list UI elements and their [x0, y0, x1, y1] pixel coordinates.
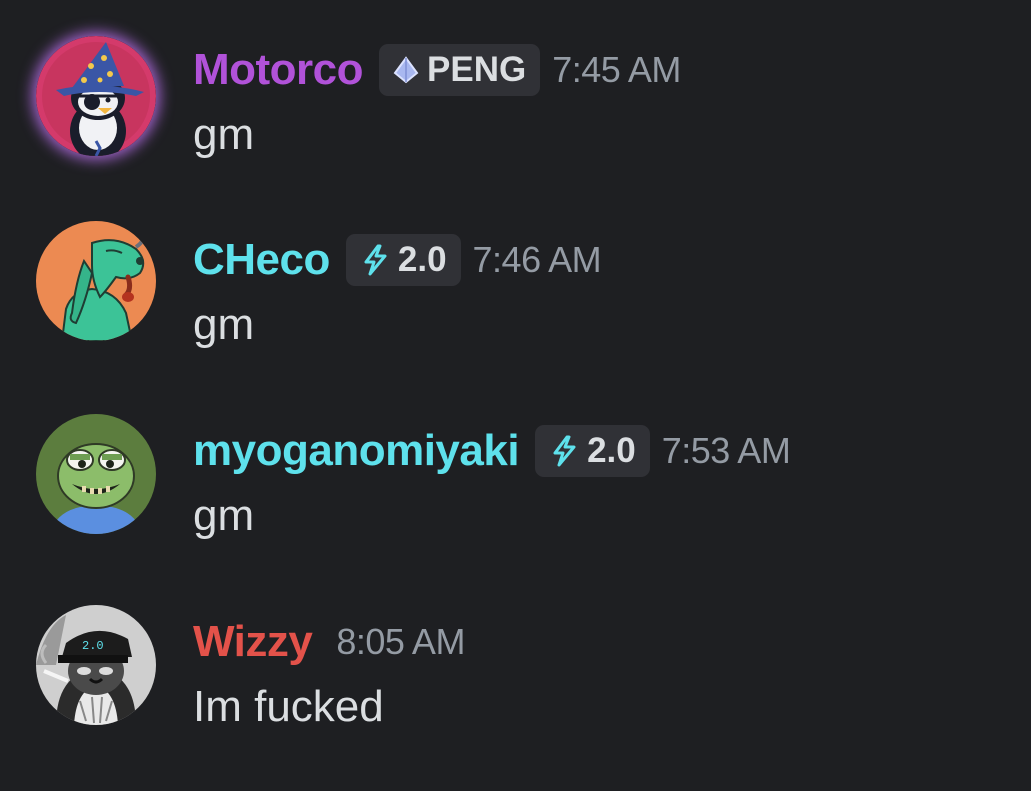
message-header: Motorco PENG 7:45 AM: [193, 38, 681, 102]
server-tag[interactable]: 2.0: [345, 234, 461, 286]
message-item: myoganomiyaki 2.0 7:53 AM gm: [0, 414, 1031, 569]
avatar[interactable]: [36, 414, 156, 534]
avatar[interactable]: [36, 36, 156, 156]
lightning-icon: [358, 243, 392, 277]
tag-label: 2.0: [397, 240, 447, 279]
timestamp[interactable]: 7:46 AM: [473, 239, 602, 281]
lightning-icon: [547, 434, 581, 468]
timestamp[interactable]: 7:45 AM: [552, 49, 681, 91]
timestamp[interactable]: 7:53 AM: [662, 430, 791, 472]
message-content: gm: [193, 300, 255, 349]
username[interactable]: CHeco: [193, 235, 330, 285]
message-item: Motorco PENG 7:45 AM gm: [0, 36, 1031, 188]
crystal-icon: [391, 55, 421, 85]
tag-label: PENG: [427, 50, 527, 89]
username[interactable]: myoganomiyaki: [193, 426, 520, 476]
message-header: myoganomiyaki 2.0 7:53 AM: [193, 419, 791, 483]
message-item: CHeco 2.0 7:46 AM gm: [0, 221, 1031, 378]
message-content: gm: [193, 110, 255, 159]
avatar-cap-text: 2.0: [82, 639, 104, 653]
username[interactable]: Wizzy: [193, 617, 313, 667]
avatar[interactable]: [36, 221, 156, 341]
message-item: 2.0 Wizzy 8:05 AM Im fucked: [0, 605, 1031, 760]
message-content: Im fucked: [193, 682, 384, 731]
message-header: CHeco 2.0 7:46 AM: [193, 228, 602, 292]
avatar[interactable]: 2.0: [36, 605, 156, 725]
message-content: gm: [193, 491, 255, 540]
server-tag[interactable]: 2.0: [535, 425, 650, 477]
tag-label: 2.0: [587, 431, 636, 470]
username[interactable]: Motorco: [193, 45, 364, 95]
chat-message-list: Motorco PENG 7:45 AM gm CHeco 2.0 7:46 A…: [0, 0, 1031, 791]
message-header: Wizzy 8:05 AM: [193, 610, 465, 674]
server-tag[interactable]: PENG: [379, 44, 541, 96]
timestamp[interactable]: 8:05 AM: [336, 621, 465, 663]
